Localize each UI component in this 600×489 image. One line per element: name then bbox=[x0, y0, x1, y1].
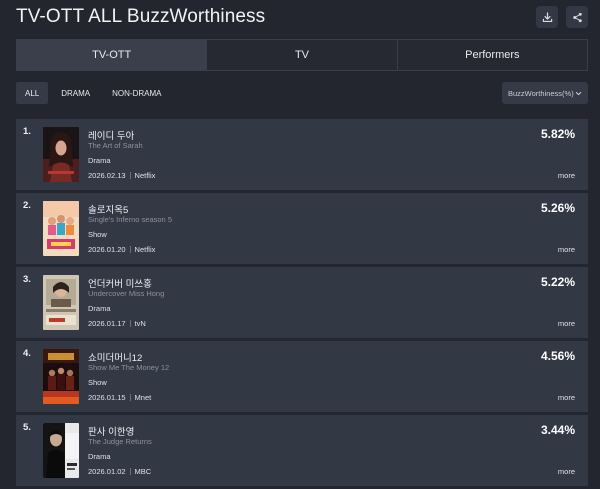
release-meta: 2026.01.20 Netflix bbox=[88, 245, 155, 254]
share-icon bbox=[572, 12, 582, 22]
ranking-row[interactable]: 3. 언더커버 미쓰홍 Undercover Miss Hong Drama 2… bbox=[16, 267, 588, 341]
rank-number: 2. bbox=[23, 200, 31, 211]
genre-label: Show bbox=[88, 378, 107, 387]
ranking-row[interactable]: 5. 판사 이한영 The Judge Returns Drama 2026.0… bbox=[16, 415, 588, 489]
release-date: 2026.01.02 bbox=[88, 467, 126, 476]
chevron-down-icon bbox=[575, 91, 582, 95]
channel-name: Netflix bbox=[134, 245, 156, 254]
title-english: Single's Inferno season 5 bbox=[88, 215, 172, 224]
download-icon bbox=[542, 11, 552, 22]
buzz-percent: 5.22% bbox=[540, 275, 575, 289]
release-date: 2026.01.15 bbox=[88, 393, 126, 402]
ranking-list: 1. 레이디 두아 The Art of Sarah Drama 2026.02… bbox=[16, 119, 588, 489]
title-english: Show Me The Money 12 bbox=[88, 363, 170, 372]
filter-drama[interactable]: DRAMA bbox=[52, 82, 99, 104]
channel-name: Mnet bbox=[134, 393, 152, 402]
buzz-percent: 4.56% bbox=[540, 349, 575, 363]
channel-name: Netflix bbox=[134, 171, 156, 180]
title-english: The Judge Returns bbox=[88, 437, 152, 446]
filter-non-drama[interactable]: NON-DRAMA bbox=[103, 82, 170, 104]
release-meta: 2026.01.02 MBC bbox=[88, 467, 151, 476]
share-button[interactable] bbox=[566, 6, 588, 28]
sort-dropdown[interactable]: BuzzWorthiness(%) bbox=[502, 82, 588, 104]
more-link[interactable]: more bbox=[558, 393, 575, 402]
ranking-row[interactable]: 2. 솔로지옥5 Single's Inferno season 5 Show … bbox=[16, 193, 588, 267]
rank-number: 3. bbox=[23, 274, 31, 285]
tab-performers[interactable]: Performers bbox=[397, 40, 587, 70]
divider bbox=[129, 172, 131, 179]
release-meta: 2026.02.13 Netflix bbox=[88, 171, 155, 180]
more-link[interactable]: more bbox=[558, 467, 575, 476]
title-korean: 레이디 두아 bbox=[88, 131, 135, 142]
release-date: 2026.01.17 bbox=[88, 319, 126, 328]
poster-image bbox=[43, 201, 79, 256]
buzz-percent: 5.26% bbox=[540, 201, 575, 215]
title-korean: 쇼미더머니12 bbox=[88, 353, 143, 364]
more-link[interactable]: more bbox=[558, 171, 575, 180]
channel-name: MBC bbox=[134, 467, 152, 476]
divider bbox=[129, 468, 131, 475]
poster-image bbox=[43, 423, 79, 478]
tab-tv[interactable]: TV bbox=[207, 40, 398, 70]
poster-image bbox=[43, 127, 79, 182]
page-header: TV-OTT ALL BuzzWorthiness bbox=[16, 4, 588, 30]
genre-label: Show bbox=[88, 230, 107, 239]
ranking-row[interactable]: 1. 레이디 두아 The Art of Sarah Drama 2026.02… bbox=[16, 119, 588, 193]
sort-label: BuzzWorthiness(%) bbox=[508, 88, 574, 98]
poster-image bbox=[43, 349, 79, 404]
tab-tv-ott[interactable]: TV-OTT bbox=[17, 40, 208, 70]
release-meta: 2026.01.17 tvN bbox=[88, 319, 146, 328]
genre-label: Drama bbox=[88, 156, 111, 165]
poster-image bbox=[43, 275, 79, 330]
title-korean: 언더커버 미쓰홍 bbox=[88, 279, 152, 290]
release-date: 2026.01.20 bbox=[88, 245, 126, 254]
channel-name: tvN bbox=[134, 319, 146, 328]
divider bbox=[129, 320, 131, 327]
filter-all[interactable]: ALL bbox=[16, 82, 49, 104]
rank-number: 1. bbox=[23, 126, 31, 137]
more-link[interactable]: more bbox=[558, 245, 575, 254]
title-korean: 솔로지옥5 bbox=[88, 205, 129, 216]
release-date: 2026.02.13 bbox=[88, 171, 126, 180]
ranking-row[interactable]: 4. 쇼미더머니12 Show Me The Money 12 Show 202… bbox=[16, 341, 588, 415]
title-english: The Art of Sarah bbox=[88, 141, 143, 150]
buzz-percent: 3.44% bbox=[540, 423, 575, 437]
rank-number: 5. bbox=[23, 422, 31, 433]
buzz-percent: 5.82% bbox=[540, 127, 575, 141]
genre-label: Drama bbox=[88, 304, 111, 313]
genre-label: Drama bbox=[88, 452, 111, 461]
title-english: Undercover Miss Hong bbox=[88, 289, 165, 298]
download-button[interactable] bbox=[536, 6, 558, 28]
page-title: TV-OTT ALL BuzzWorthiness bbox=[16, 6, 266, 27]
more-link[interactable]: more bbox=[558, 319, 575, 328]
title-korean: 판사 이한영 bbox=[88, 427, 135, 438]
divider bbox=[129, 246, 131, 253]
release-meta: 2026.01.15 Mnet bbox=[88, 393, 151, 402]
genre-filters: ALL DRAMA NON-DRAMA bbox=[16, 82, 170, 104]
rank-number: 4. bbox=[23, 348, 31, 359]
category-tabs: TV-OTT TV Performers bbox=[16, 39, 588, 71]
divider bbox=[129, 394, 131, 401]
